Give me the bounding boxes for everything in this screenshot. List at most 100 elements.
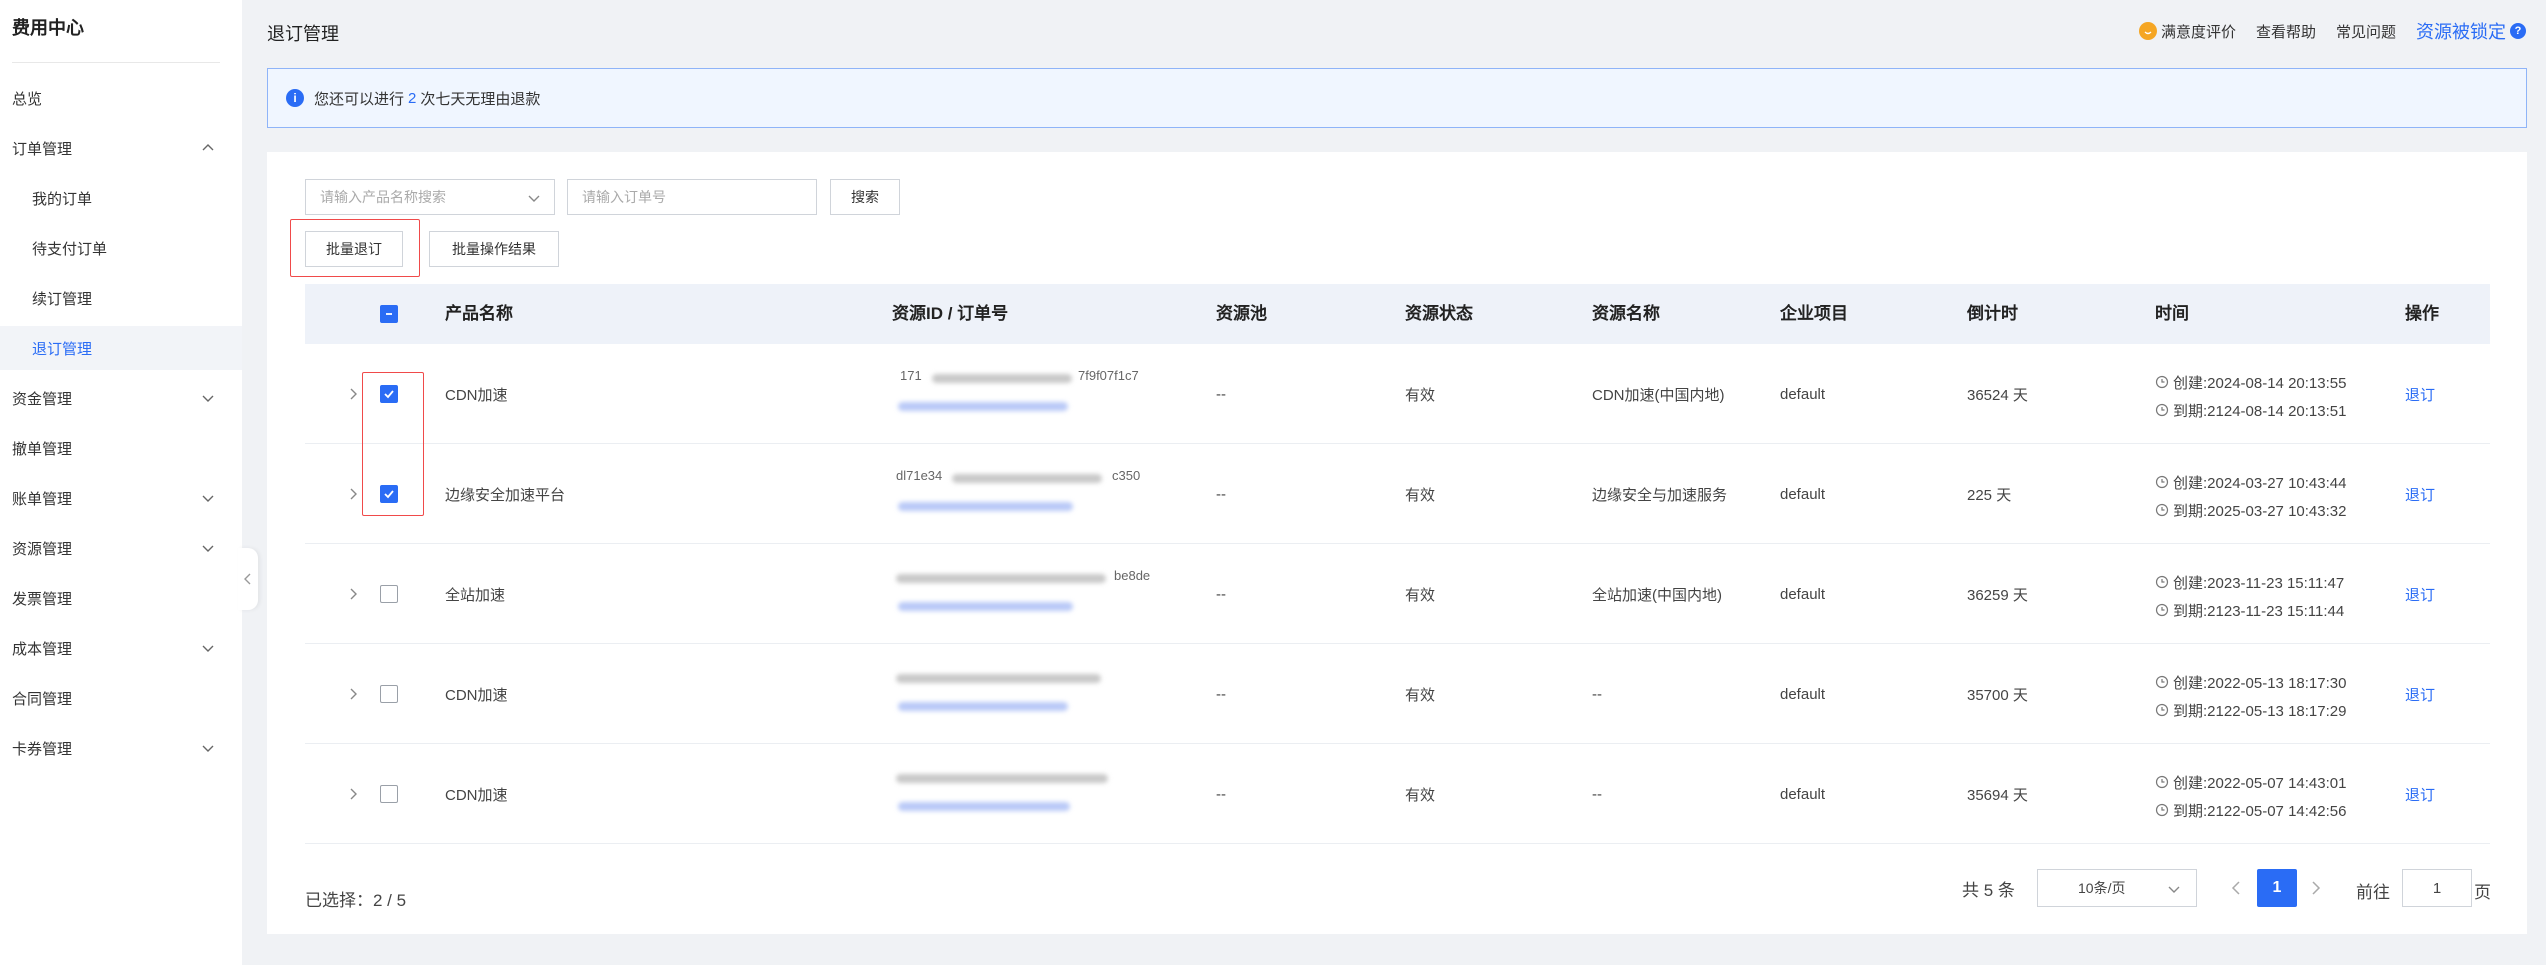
cell-status: 有效 [1405,786,1436,804]
cell-status: 有效 [1405,686,1436,704]
cell-project: default [1780,385,1826,403]
sidebar-item-label: 总览 [12,90,43,108]
row-checkbox[interactable] [380,785,398,803]
sidebar-item-label: 我的订单 [32,190,93,208]
sidebar-item-pending-payment[interactable]: 待支付订单 [0,226,242,270]
sidebar-item-coupons[interactable]: 卡券管理 [0,726,242,770]
page-title: 退订管理 [267,24,339,44]
chevron-up-icon [202,144,214,151]
cell-project: default [1780,585,1826,603]
header-countdown: 倒计时 [1967,304,2018,323]
resource-locked-link[interactable]: 资源被锁定 ? [2416,18,2526,44]
chevron-right-icon[interactable] [345,686,361,702]
sidebar-item-label: 待支付订单 [32,240,108,258]
cell-operation: 退订 [2405,544,2435,644]
sidebar-item-cost[interactable]: 成本管理 [0,626,242,670]
created-time: 创建:2022-05-07 14:43:01 [2173,774,2347,792]
unsubscribe-link[interactable]: 退订 [2405,684,2435,705]
expire-time: 到期:2122-05-13 18:17:29 [2173,702,2347,720]
sidebar-item-label: 成本管理 [12,640,73,658]
created-time: 创建:2022-05-13 18:17:30 [2173,674,2347,692]
sidebar-divider [12,62,220,63]
cell-project: default [1780,785,1826,803]
cell-pool: -- [1216,385,1226,403]
sidebar-item-my-orders[interactable]: 我的订单 [0,176,242,220]
search-button[interactable]: 搜索 [830,179,900,215]
chevron-down-icon [202,545,214,552]
cell-resource-id: dl71e34 c350 [892,444,1152,544]
cell-operation: 退订 [2405,644,2435,744]
chevron-right-icon[interactable] [345,586,361,602]
table-header: 产品名称 资源ID / 订单号 资源池 资源状态 资源名称 企业项目 倒计时 时… [305,284,2490,344]
cell-operation: 退订 [2405,344,2435,444]
chevron-down-icon [528,195,540,202]
cell-countdown: 36259 天 [1967,586,2028,604]
info-icon: i [286,89,304,107]
sidebar-item-invoice[interactable]: 发票管理 [0,576,242,620]
question-icon: ? [2510,23,2526,39]
blurred-id [932,374,1072,383]
select-all-checkbox[interactable] [380,305,398,323]
sidebar-item-resources[interactable]: 资源管理 [0,526,242,570]
sidebar-item-withdraw[interactable]: 撤单管理 [0,426,242,470]
unsubscribe-link[interactable]: 退订 [2405,384,2435,405]
sidebar-item-funds[interactable]: 资金管理 [0,376,242,420]
clock-icon [2155,775,2169,789]
cell-time: 创建:2022-05-07 14:43:01 到期:2122-05-07 14:… [2155,768,2346,824]
cell-countdown: 35700 天 [1967,686,2028,704]
cell-operation: 退订 [2405,744,2435,844]
sidebar-item-label: 账单管理 [12,490,73,508]
chevron-right-icon[interactable] [345,486,361,502]
clock-icon [2155,375,2169,389]
sidebar-collapse-handle[interactable] [238,548,258,610]
chevron-down-icon [202,395,214,402]
smile-icon [2138,22,2157,40]
blurred-order-link[interactable] [898,702,1068,711]
blurred-order-link[interactable] [898,602,1073,611]
unsubscribe-link[interactable]: 退订 [2405,784,2435,805]
blurred-order-link[interactable] [898,802,1070,811]
prev-page-icon[interactable] [2228,878,2244,898]
sidebar-item-label: 资源管理 [12,540,73,558]
sidebar-item-order-management[interactable]: 订单管理 [0,126,242,170]
faq-link[interactable]: 常见问题 [2336,21,2396,42]
cell-pool: -- [1216,585,1226,603]
blurred-order-link[interactable] [898,502,1073,511]
header-status: 资源状态 [1405,304,1473,323]
goto-page-input[interactable] [2402,869,2472,907]
page-size-select[interactable]: 10条/页 [2037,869,2197,907]
chevron-right-icon[interactable] [345,786,361,802]
sidebar-item-label: 合同管理 [12,690,73,708]
clock-icon [2155,575,2169,589]
batch-result-button[interactable]: 批量操作结果 [429,231,559,267]
table-row: 全站加速 be8de -- 有效 全站加速(中国内地) default 3625… [305,544,2490,644]
product-name-select[interactable]: 请输入产品名称搜索 [305,179,555,215]
row-checkbox[interactable] [380,685,398,703]
cell-resource-id [892,744,1152,844]
sidebar-item-label: 撤单管理 [12,440,73,458]
unsubscribe-link[interactable]: 退订 [2405,484,2435,505]
satisfaction-link[interactable]: 满意度评价 [2138,21,2236,42]
header-project: 企业项目 [1780,304,1848,323]
sidebar-item-contract[interactable]: 合同管理 [0,676,242,720]
sidebar-item-unsubscribe[interactable]: 退订管理 [0,326,242,370]
cell-resource-name: 全站加速(中国内地) [1592,586,1722,604]
resource-id-fragment: 171 [900,368,922,383]
highlight-frame [362,372,424,516]
cell-status: 有效 [1405,486,1436,504]
sidebar-item-renewal[interactable]: 续订管理 [0,276,242,320]
sidebar-item-overview[interactable]: 总览 [0,76,242,120]
product-select-placeholder: 请输入产品名称搜索 [320,189,446,205]
help-link[interactable]: 查看帮助 [2256,21,2316,42]
created-time: 创建:2023-11-23 15:11:47 [2173,574,2345,592]
sidebar-item-billing[interactable]: 账单管理 [0,476,242,520]
page-number-current[interactable]: 1 [2257,869,2297,907]
blurred-order-link[interactable] [898,402,1068,411]
unsubscribe-link[interactable]: 退订 [2405,584,2435,605]
order-number-input[interactable] [567,179,817,215]
next-page-icon[interactable] [2308,878,2324,898]
highlight-frame [290,219,420,277]
chevron-right-icon[interactable] [345,386,361,402]
cell-operation: 退订 [2405,444,2435,544]
row-checkbox[interactable] [380,585,398,603]
